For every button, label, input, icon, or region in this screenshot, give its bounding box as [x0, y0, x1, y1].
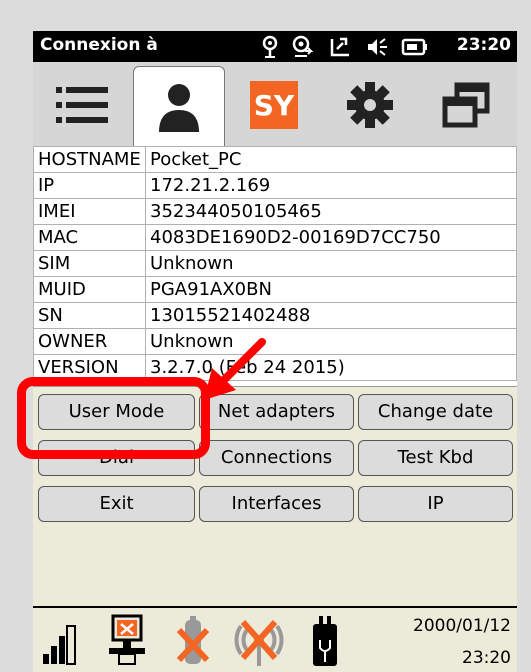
volume-icon [365, 35, 389, 59]
table-row: SN 13015521402488 [33, 302, 517, 329]
device-info-table: HOSTNAME Pocket_PC IP 172.21.2.169 IMEI 352… [33, 146, 517, 381]
info-value: Pocket_PC [145, 146, 517, 173]
network-disconnected-icon [109, 614, 145, 665]
table-row: IP 172.21.2.169 [33, 172, 517, 199]
tab-sy[interactable]: SY [229, 68, 319, 142]
tab-bar: SY [33, 62, 517, 147]
status-bar: Connexion à 23:20 [33, 31, 517, 62]
sy-logo: SY [250, 81, 298, 129]
windows-icon [442, 82, 490, 128]
table-row: IMEI 352344050105465 [33, 198, 517, 225]
info-value: 352344050105465 [145, 198, 517, 225]
info-key: MAC [33, 224, 146, 251]
table-row: SIM Unknown [33, 250, 517, 277]
exit-button[interactable]: Exit [38, 486, 195, 522]
table-row: MAC 4083DE1690D2-00169D7CC750 [33, 224, 517, 251]
table-row: HOSTNAME Pocket_PC [33, 146, 517, 173]
info-key: IP [33, 172, 146, 199]
sync-icon [291, 35, 317, 59]
tab-user[interactable] [133, 66, 225, 147]
window-title: Connexion à [40, 35, 158, 55]
list-icon [56, 87, 108, 123]
gear-icon [347, 82, 393, 128]
info-value: 13015521402488 [145, 302, 517, 329]
info-value: 4083DE1690D2-00169D7CC750 [145, 224, 517, 251]
user-icon [159, 84, 199, 132]
tab-list[interactable] [37, 68, 127, 142]
info-key: HOSTNAME [33, 146, 146, 173]
bluetooth-off-icon [176, 616, 210, 664]
info-key: MUID [33, 276, 146, 303]
wifi-signal-icon [329, 35, 353, 59]
annotation-arrow-icon [204, 338, 266, 400]
change-date-button[interactable]: Change date [358, 394, 513, 430]
info-key: SN [33, 302, 146, 329]
connections-button[interactable]: Connections [199, 440, 354, 476]
signal-strength-icon [43, 625, 76, 665]
wifi-off-icon [234, 620, 284, 666]
info-key: SIM [33, 250, 146, 277]
status-clock: 23:20 [456, 35, 511, 55]
bottom-date: 2000/01/12 [413, 616, 511, 636]
power-plug-icon [313, 616, 337, 666]
bottom-time: 23:20 [462, 648, 511, 668]
status-icons [261, 34, 429, 59]
device-screen: Connexion à 23:20 SY HOSTNAME Pocket_PC … [33, 31, 517, 672]
table-row: MUID PGA91AX0BN [33, 276, 517, 303]
annotation-highlight-box [17, 377, 210, 459]
tab-windows[interactable] [421, 68, 511, 142]
ip-button[interactable]: IP [358, 486, 513, 522]
bottom-status-bar: 2000/01/12 23:20 [33, 606, 517, 672]
test-kbd-button[interactable]: Test Kbd [358, 440, 513, 476]
location-icon [261, 35, 279, 59]
tab-settings[interactable] [325, 68, 415, 142]
table-row: OWNER Unknown [33, 328, 517, 355]
info-key: IMEI [33, 198, 146, 225]
info-value: PGA91AX0BN [145, 276, 517, 303]
info-value: 172.21.2.169 [145, 172, 517, 199]
info-value: Unknown [145, 250, 517, 277]
info-key: OWNER [33, 328, 146, 355]
interfaces-button[interactable]: Interfaces [199, 486, 354, 522]
battery-icon [401, 36, 429, 58]
